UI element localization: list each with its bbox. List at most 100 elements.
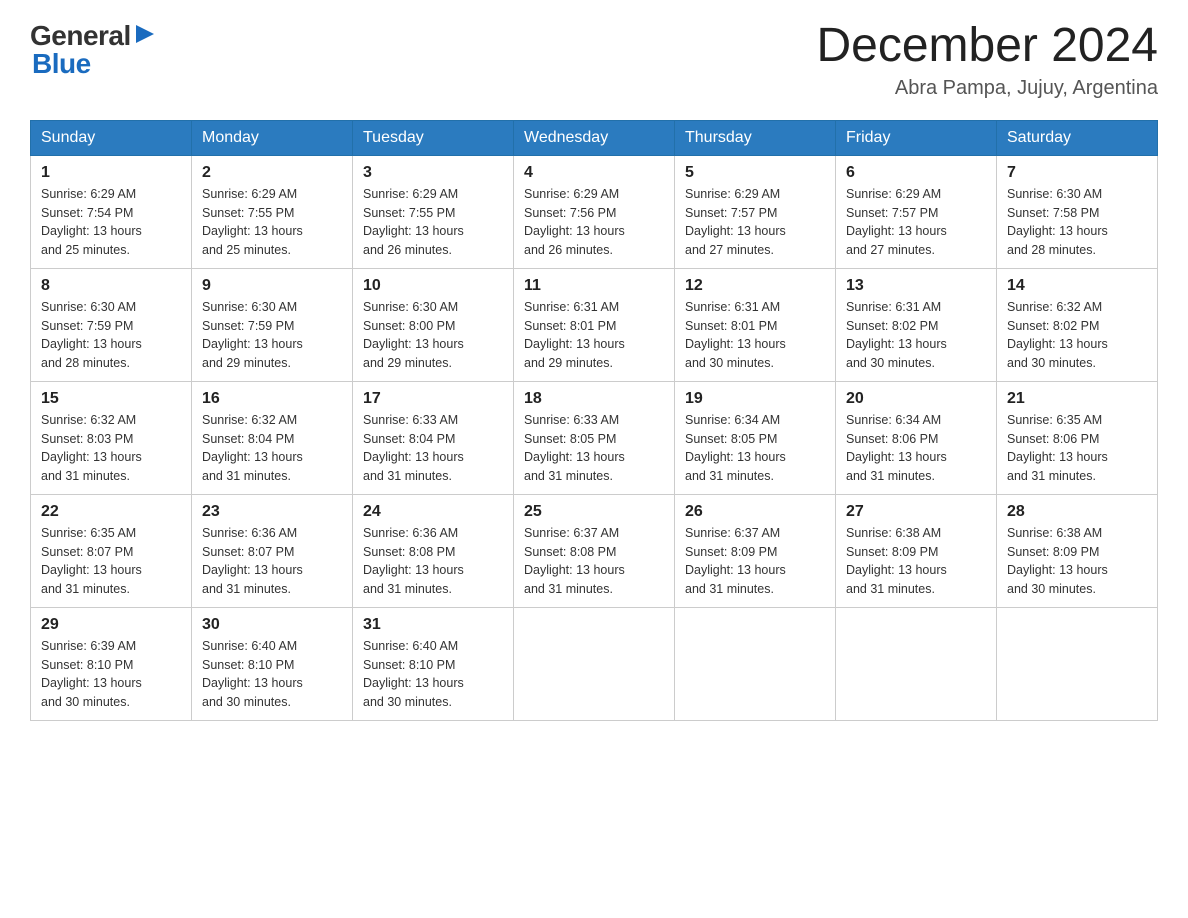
day-number: 3 xyxy=(363,164,503,182)
day-number: 24 xyxy=(363,503,503,521)
day-number: 21 xyxy=(1007,390,1147,408)
day-cell: 25Sunrise: 6:37 AM Sunset: 8:08 PM Dayli… xyxy=(514,494,675,607)
day-cell: 24 Sunrise: 6:36 AM Sunset: 8:08 PM Dayli… xyxy=(353,494,514,607)
header-thursday: Thursday xyxy=(675,120,836,155)
day-cell: 20Sunrise: 6:34 AM Sunset: 8:06 PM Dayli… xyxy=(836,381,997,494)
day-info: Sunrise: 6:31 AM Sunset: 8:01 PM Dayligh… xyxy=(524,298,664,373)
header-friday: Friday xyxy=(836,120,997,155)
day-info: Sunrise: 6:35 AM Sunset: 8:06 PM Dayligh… xyxy=(1007,411,1147,486)
day-number: 31 xyxy=(363,616,503,634)
day-cell: 23 Sunrise: 6:36 AM Sunset: 8:07 PM Dayli… xyxy=(192,494,353,607)
day-info: Sunrise: 6:37 AM Sunset: 8:08 PM Dayligh… xyxy=(524,524,664,599)
day-info: Sunrise: 6:31 AM Sunset: 8:02 PM Dayligh… xyxy=(846,298,986,373)
day-info: Sunrise: 6:40 AM Sunset: 8:10 PM Dayligh… xyxy=(363,637,503,712)
day-info: Sunrise: 6:39 AM Sunset: 8:10 PM Dayligh… xyxy=(41,637,181,712)
day-number: 20 xyxy=(846,390,986,408)
day-cell: 28 Sunrise: 6:38 AM Sunset: 8:09 PM Dayli… xyxy=(997,494,1158,607)
day-cell: 13 Sunrise: 6:31 AM Sunset: 8:02 PM Dayli… xyxy=(836,268,997,381)
header-tuesday: Tuesday xyxy=(353,120,514,155)
day-number: 11 xyxy=(524,277,664,295)
day-cell xyxy=(675,607,836,720)
day-cell: 10 Sunrise: 6:30 AM Sunset: 8:00 PM Dayli… xyxy=(353,268,514,381)
day-number: 6 xyxy=(846,164,986,182)
day-number: 4 xyxy=(524,164,664,182)
day-info: Sunrise: 6:34 AM Sunset: 8:05 PM Dayligh… xyxy=(685,411,825,486)
header-saturday: Saturday xyxy=(997,120,1158,155)
day-info: Sunrise: 6:33 AM Sunset: 8:05 PM Dayligh… xyxy=(524,411,664,486)
day-number: 16 xyxy=(202,390,342,408)
day-info: Sunrise: 6:36 AM Sunset: 8:07 PM Dayligh… xyxy=(202,524,342,599)
header-sunday: Sunday xyxy=(31,120,192,155)
calendar-subtitle: Abra Pampa, Jujuy, Argentina xyxy=(816,77,1158,100)
day-info: Sunrise: 6:38 AM Sunset: 8:09 PM Dayligh… xyxy=(1007,524,1147,599)
day-number: 18 xyxy=(524,390,664,408)
day-number: 19 xyxy=(685,390,825,408)
header-wednesday: Wednesday xyxy=(514,120,675,155)
day-info: Sunrise: 6:35 AM Sunset: 8:07 PM Dayligh… xyxy=(41,524,181,599)
week-row-5: 29 Sunrise: 6:39 AM Sunset: 8:10 PM Dayli… xyxy=(31,607,1158,720)
day-cell: 19 Sunrise: 6:34 AM Sunset: 8:05 PM Dayli… xyxy=(675,381,836,494)
day-number: 9 xyxy=(202,277,342,295)
day-cell: 16 Sunrise: 6:32 AM Sunset: 8:04 PM Dayli… xyxy=(192,381,353,494)
day-number: 23 xyxy=(202,503,342,521)
title-section: December 2024 Abra Pampa, Jujuy, Argenti… xyxy=(816,20,1158,100)
day-cell: 17 Sunrise: 6:33 AM Sunset: 8:04 PM Dayli… xyxy=(353,381,514,494)
day-info: Sunrise: 6:29 AM Sunset: 7:57 PM Dayligh… xyxy=(846,185,986,260)
day-number: 13 xyxy=(846,277,986,295)
day-info: Sunrise: 6:29 AM Sunset: 7:56 PM Dayligh… xyxy=(524,185,664,260)
day-number: 5 xyxy=(685,164,825,182)
day-info: Sunrise: 6:30 AM Sunset: 8:00 PM Dayligh… xyxy=(363,298,503,373)
day-info: Sunrise: 6:37 AM Sunset: 8:09 PM Dayligh… xyxy=(685,524,825,599)
day-number: 17 xyxy=(363,390,503,408)
logo: General Blue xyxy=(30,20,156,80)
day-number: 15 xyxy=(41,390,181,408)
day-cell: 31 Sunrise: 6:40 AM Sunset: 8:10 PM Dayli… xyxy=(353,607,514,720)
day-number: 7 xyxy=(1007,164,1147,182)
day-number: 14 xyxy=(1007,277,1147,295)
day-cell: 6 Sunrise: 6:29 AM Sunset: 7:57 PM Daylig… xyxy=(836,155,997,268)
day-cell: 27 Sunrise: 6:38 AM Sunset: 8:09 PM Dayli… xyxy=(836,494,997,607)
day-number: 28 xyxy=(1007,503,1147,521)
day-cell: 11 Sunrise: 6:31 AM Sunset: 8:01 PM Dayli… xyxy=(514,268,675,381)
day-cell: 26 Sunrise: 6:37 AM Sunset: 8:09 PM Dayli… xyxy=(675,494,836,607)
calendar-title: December 2024 xyxy=(816,20,1158,73)
day-cell: 15 Sunrise: 6:32 AM Sunset: 8:03 PM Dayli… xyxy=(31,381,192,494)
day-number: 26 xyxy=(685,503,825,521)
day-info: Sunrise: 6:33 AM Sunset: 8:04 PM Dayligh… xyxy=(363,411,503,486)
day-number: 30 xyxy=(202,616,342,634)
day-cell xyxy=(997,607,1158,720)
day-number: 2 xyxy=(202,164,342,182)
day-info: Sunrise: 6:32 AM Sunset: 8:03 PM Dayligh… xyxy=(41,411,181,486)
day-cell: 14 Sunrise: 6:32 AM Sunset: 8:02 PM Dayli… xyxy=(997,268,1158,381)
logo-blue-text: Blue xyxy=(32,48,91,80)
day-cell: 21 Sunrise: 6:35 AM Sunset: 8:06 PM Dayli… xyxy=(997,381,1158,494)
day-cell: 29 Sunrise: 6:39 AM Sunset: 8:10 PM Dayli… xyxy=(31,607,192,720)
day-cell xyxy=(514,607,675,720)
day-info: Sunrise: 6:30 AM Sunset: 7:59 PM Dayligh… xyxy=(41,298,181,373)
day-info: Sunrise: 6:38 AM Sunset: 8:09 PM Dayligh… xyxy=(846,524,986,599)
day-cell: 3Sunrise: 6:29 AM Sunset: 7:55 PM Daylig… xyxy=(353,155,514,268)
day-cell: 12 Sunrise: 6:31 AM Sunset: 8:01 PM Dayli… xyxy=(675,268,836,381)
day-number: 12 xyxy=(685,277,825,295)
page-header: General Blue December 2024 Abra Pampa, J… xyxy=(30,20,1158,100)
day-cell: 4 Sunrise: 6:29 AM Sunset: 7:56 PM Daylig… xyxy=(514,155,675,268)
day-info: Sunrise: 6:30 AM Sunset: 7:58 PM Dayligh… xyxy=(1007,185,1147,260)
week-row-2: 8Sunrise: 6:30 AM Sunset: 7:59 PM Daylig… xyxy=(31,268,1158,381)
day-cell: 7 Sunrise: 6:30 AM Sunset: 7:58 PM Daylig… xyxy=(997,155,1158,268)
week-row-4: 22 Sunrise: 6:35 AM Sunset: 8:07 PM Dayli… xyxy=(31,494,1158,607)
logo-triangle xyxy=(134,23,156,50)
day-number: 10 xyxy=(363,277,503,295)
day-info: Sunrise: 6:32 AM Sunset: 8:02 PM Dayligh… xyxy=(1007,298,1147,373)
day-info: Sunrise: 6:32 AM Sunset: 8:04 PM Dayligh… xyxy=(202,411,342,486)
week-row-1: 1Sunrise: 6:29 AM Sunset: 7:54 PM Daylig… xyxy=(31,155,1158,268)
day-cell: 5Sunrise: 6:29 AM Sunset: 7:57 PM Daylig… xyxy=(675,155,836,268)
day-info: Sunrise: 6:36 AM Sunset: 8:08 PM Dayligh… xyxy=(363,524,503,599)
day-number: 27 xyxy=(846,503,986,521)
week-row-3: 15 Sunrise: 6:32 AM Sunset: 8:03 PM Dayli… xyxy=(31,381,1158,494)
day-cell: 9 Sunrise: 6:30 AM Sunset: 7:59 PM Daylig… xyxy=(192,268,353,381)
day-info: Sunrise: 6:30 AM Sunset: 7:59 PM Dayligh… xyxy=(202,298,342,373)
day-cell: 1Sunrise: 6:29 AM Sunset: 7:54 PM Daylig… xyxy=(31,155,192,268)
day-info: Sunrise: 6:31 AM Sunset: 8:01 PM Dayligh… xyxy=(685,298,825,373)
day-number: 29 xyxy=(41,616,181,634)
day-number: 22 xyxy=(41,503,181,521)
